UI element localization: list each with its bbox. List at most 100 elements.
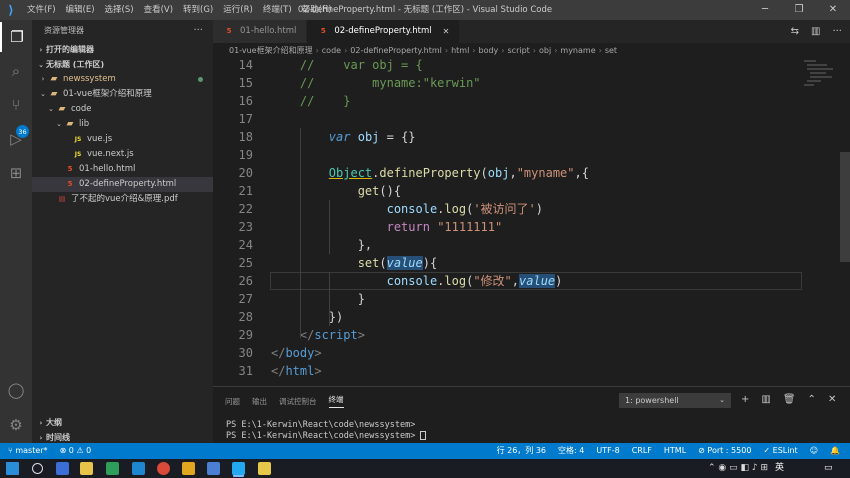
tree-item[interactable]: › ▰ newssystem: [32, 72, 213, 87]
minimize-icon[interactable]: ─: [748, 0, 782, 20]
notifications-icon[interactable]: 🔔: [830, 443, 840, 459]
panel-tab[interactable]: 终端: [328, 394, 344, 408]
code-line[interactable]: // }: [271, 92, 351, 110]
chrome-icon[interactable]: [157, 462, 170, 475]
maximize-icon[interactable]: ❐: [782, 0, 816, 20]
line-ending[interactable]: CRLF: [632, 443, 652, 459]
new-terminal-icon[interactable]: +: [741, 393, 749, 407]
powershell-icon[interactable]: [207, 462, 220, 475]
more-icon[interactable]: ···: [832, 20, 842, 43]
close-tab-icon[interactable]: ✕: [443, 20, 450, 43]
breadcrumb-item[interactable]: obj: [539, 46, 551, 55]
app-icon-4[interactable]: [258, 462, 271, 475]
live-server-port[interactable]: ⊘ Port : 5500: [698, 443, 751, 459]
panel-tab[interactable]: 输出: [252, 396, 267, 407]
explorer-icon[interactable]: ❐: [0, 22, 32, 52]
terminal-select[interactable]: 1: powershell ⌄: [619, 393, 731, 408]
code-line[interactable]: </body>: [271, 344, 322, 362]
indentation[interactable]: 空格: 4: [558, 443, 584, 459]
tree-item[interactable]: 5 01-hello.html: [32, 162, 213, 177]
menu-item[interactable]: 文件(F): [22, 0, 61, 20]
app-icon-3[interactable]: [132, 462, 145, 475]
outline-section[interactable]: › 大纲: [32, 415, 213, 430]
workspace-section[interactable]: ⌄ 无标题 (工作区): [32, 57, 213, 72]
code-line[interactable]: set(value){: [271, 254, 437, 272]
vertical-scrollbar[interactable]: [840, 58, 850, 383]
breadcrumb-item[interactable]: body: [479, 46, 499, 55]
compare-icon[interactable]: ⇆: [791, 20, 799, 43]
settings-gear-icon[interactable]: ⚙: [0, 410, 32, 440]
search-icon[interactable]: ⌕: [0, 56, 32, 86]
problems-status[interactable]: ⊗ 0 ⚠ 0: [60, 443, 92, 459]
code-line[interactable]: var obj = {}: [271, 128, 416, 146]
code-line[interactable]: get(){: [271, 182, 401, 200]
tree-item[interactable]: JS vue.js: [32, 132, 213, 147]
trash-icon[interactable]: 🗑: [783, 393, 796, 407]
minimap[interactable]: [804, 58, 836, 118]
vscode-taskbar-icon[interactable]: [232, 462, 245, 475]
tab-active[interactable]: 5 02-defineProperty.html ✕: [307, 20, 461, 43]
breadcrumb-item[interactable]: html: [451, 46, 469, 55]
menu-item[interactable]: 终端(T): [258, 0, 297, 20]
scrollbar-thumb[interactable]: [840, 152, 850, 262]
code-line[interactable]: // var obj = {: [271, 58, 423, 74]
tree-item[interactable]: 5 02-defineProperty.html: [32, 177, 213, 192]
panel-tab[interactable]: 调试控制台: [279, 396, 317, 407]
app-icon-2[interactable]: [106, 462, 119, 475]
terminal-prompt[interactable]: PS E:\1-Kerwin\React\code\newssystem>: [226, 431, 427, 442]
sublime-icon[interactable]: [182, 462, 195, 475]
feedback-icon[interactable]: ☺: [810, 443, 818, 459]
code-line[interactable]: }): [271, 308, 343, 326]
menu-item[interactable]: 选择(S): [100, 0, 139, 20]
tree-item[interactable]: ▤ 了不起的vue介绍&原理.pdf: [32, 192, 213, 207]
code-editor[interactable]: 14 15 16 17 18 19 20 21 22 23 24 25 26 27 28 29 30 31 // …: [213, 58, 850, 383]
code-line[interactable]: },: [271, 236, 372, 254]
code-line[interactable]: // myname:"kerwin": [271, 74, 481, 92]
code-line[interactable]: </script>: [271, 326, 365, 344]
close-icon[interactable]: ✕: [816, 0, 850, 20]
code-line[interactable]: Object.defineProperty(obj,"myname",{: [271, 164, 589, 182]
tree-item[interactable]: ⌄ ▰ lib: [32, 117, 213, 132]
account-icon[interactable]: ◯: [0, 375, 32, 405]
split-editor-icon[interactable]: ▥: [811, 20, 820, 43]
breadcrumb-item[interactable]: myname: [560, 46, 595, 55]
code-line[interactable]: console.log("修改",value): [271, 272, 562, 290]
run-debug-icon[interactable]: ▷: [0, 124, 32, 154]
eslint-status[interactable]: ✓ ESLint: [763, 443, 797, 459]
code-line[interactable]: return "1111111": [271, 218, 503, 236]
code-line[interactable]: }: [271, 290, 365, 308]
app-icon-1[interactable]: [56, 462, 69, 475]
breadcrumb-item[interactable]: 02-defineProperty.html: [350, 46, 442, 55]
tree-item[interactable]: ⌄ ▰ 01-vue框架介绍和原理: [32, 87, 213, 102]
breadcrumb-item[interactable]: 01-vue框架介绍和原理: [229, 46, 313, 55]
encoding[interactable]: UTF-8: [596, 443, 619, 459]
close-panel-icon[interactable]: ✕: [828, 393, 836, 407]
more-actions-icon[interactable]: ···: [193, 20, 203, 42]
search-taskbar-icon[interactable]: [32, 463, 43, 474]
language-mode[interactable]: HTML: [664, 443, 686, 459]
breadcrumb-item[interactable]: set: [605, 46, 617, 55]
tree-item[interactable]: ⌄ ▰ code: [32, 102, 213, 117]
extensions-icon[interactable]: ⊞: [0, 158, 32, 188]
split-terminal-icon[interactable]: ▥: [761, 393, 770, 407]
menu-item[interactable]: 查看(V): [139, 0, 178, 20]
notification-center-icon[interactable]: ▭: [824, 459, 833, 478]
source-control-icon[interactable]: ⑂: [0, 90, 32, 120]
menu-item[interactable]: 编辑(E): [61, 0, 100, 20]
tab-inactive[interactable]: 5 01-hello.html: [213, 20, 308, 43]
ime-indicator[interactable]: 英: [775, 459, 784, 478]
windows-start-icon[interactable]: [6, 462, 19, 475]
branch-status[interactable]: ⑂ master*: [8, 443, 48, 459]
code-line[interactable]: console.log('被访问了'): [271, 200, 543, 218]
tree-item[interactable]: JS vue.next.js: [32, 147, 213, 162]
breadcrumb-item[interactable]: script: [508, 46, 530, 55]
maximize-panel-icon[interactable]: ⌃: [808, 393, 816, 407]
menu-item[interactable]: 帮助(H): [297, 0, 337, 20]
menu-item[interactable]: 转到(G): [178, 0, 218, 20]
folder-icon[interactable]: [80, 462, 93, 475]
open-editors-section[interactable]: › 打开的编辑器: [32, 42, 213, 57]
breadcrumb-item[interactable]: code: [322, 46, 341, 55]
panel-tab[interactable]: 问题: [225, 396, 240, 407]
code-line[interactable]: </html>: [271, 362, 322, 380]
menu-item[interactable]: 运行(R): [218, 0, 258, 20]
